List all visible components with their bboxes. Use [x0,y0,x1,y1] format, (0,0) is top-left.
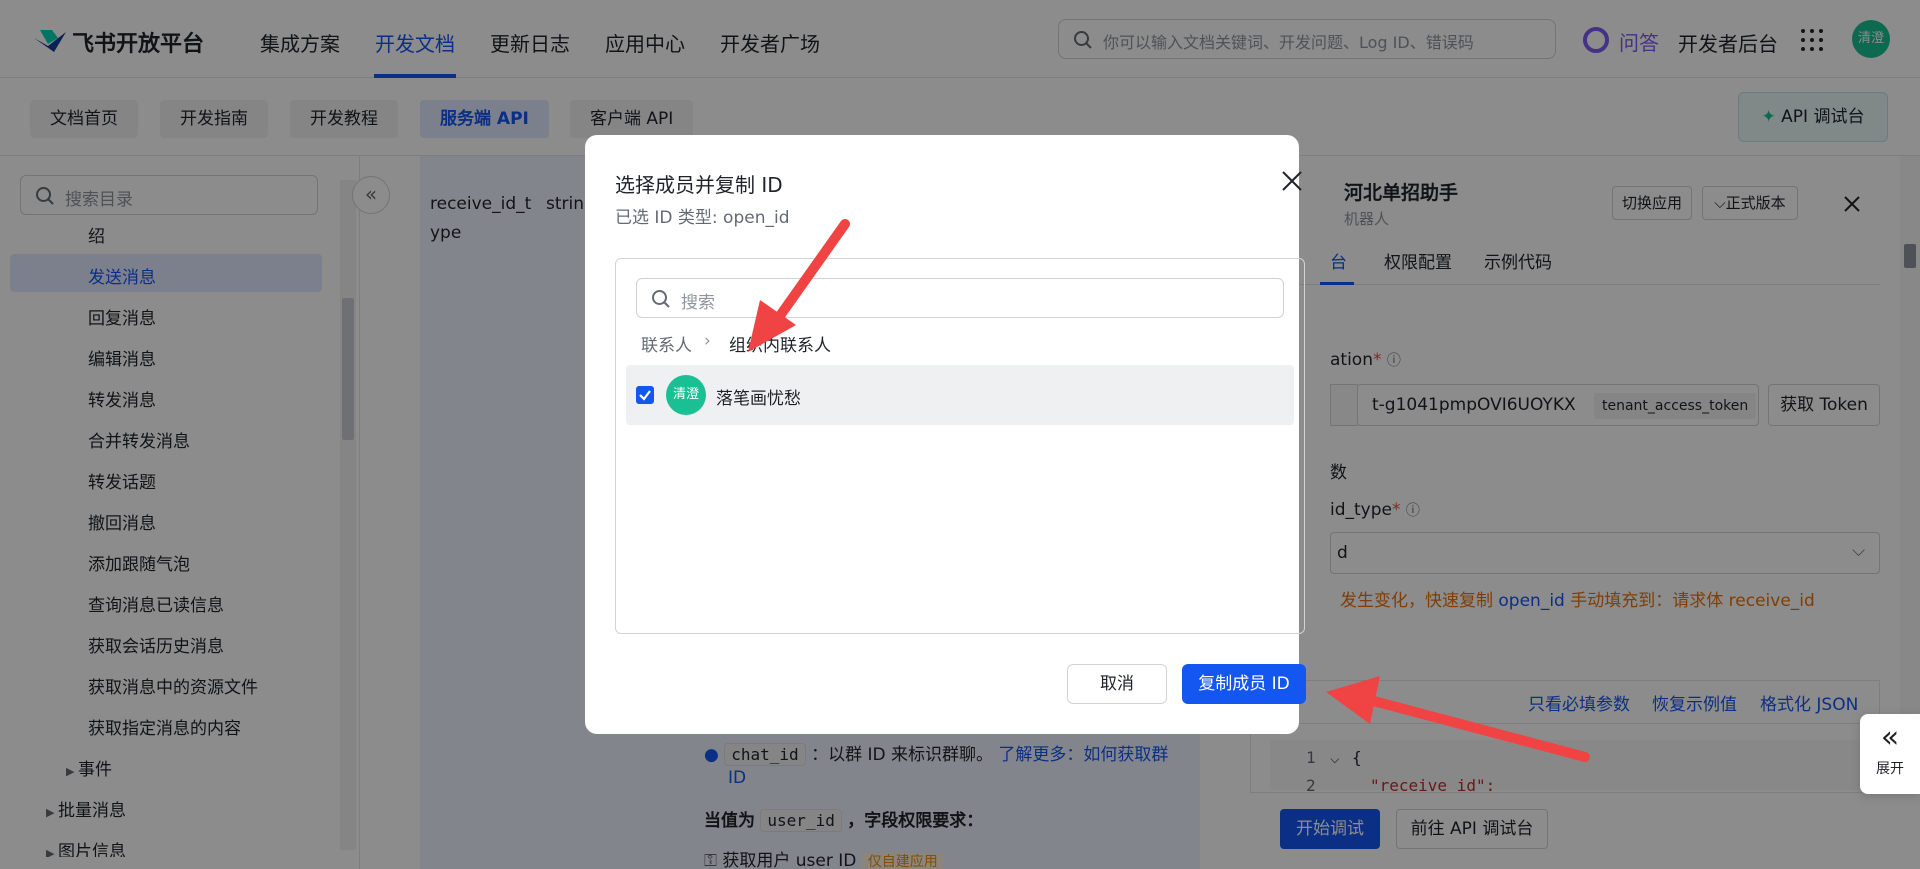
breadcrumb-org-contacts: 组织内联系人 [729,336,831,356]
search-icon [652,290,670,308]
member-search-input[interactable]: 搜索 [636,278,1284,318]
copy-member-id-button[interactable]: 复制成员 ID [1182,664,1306,704]
member-name: 落笔画忧愁 [716,389,801,409]
double-chevron-left-icon: « [1880,720,1900,755]
expand-panel-button[interactable]: « 展开 [1860,714,1920,794]
dialog-subtitle: 已选 ID 类型: open_id [615,208,790,228]
dialog-title: 选择成员并复制 ID [615,173,783,197]
member-avatar: 清澄 [666,375,706,415]
breadcrumb-contacts[interactable]: 联系人 [641,331,692,356]
expand-label: 展开 [1876,761,1904,777]
member-search-placeholder: 搜索 [681,293,715,313]
close-icon[interactable] [1278,167,1306,195]
chevron-right-icon: › [704,331,711,351]
check-icon [639,390,651,401]
cancel-button[interactable]: 取消 [1067,664,1167,704]
member-checkbox[interactable] [636,386,654,404]
